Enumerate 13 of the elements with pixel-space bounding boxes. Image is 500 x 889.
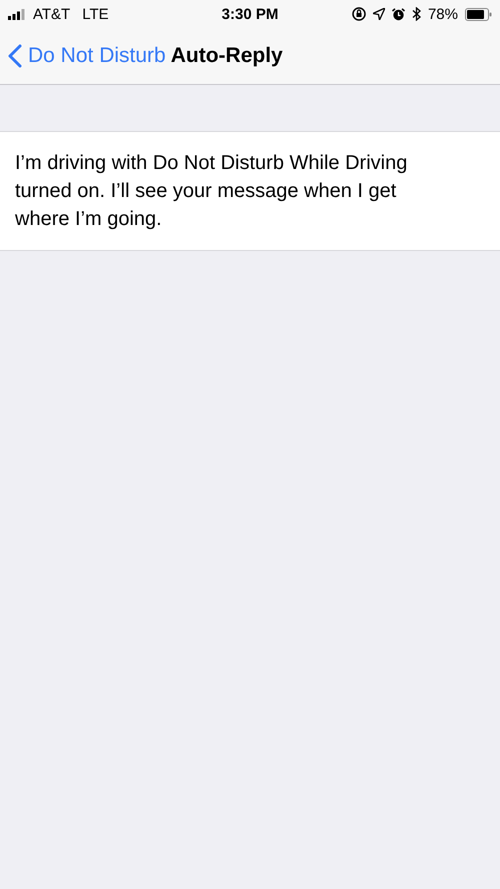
battery-icon (465, 8, 492, 20)
network-label: LTE (82, 6, 109, 22)
location-arrow-icon (372, 8, 385, 20)
rotation-lock-icon (352, 7, 366, 21)
battery-percentage: 78% (428, 6, 458, 22)
carrier-label: AT&T (33, 6, 70, 22)
alarm-clock-icon (392, 8, 405, 20)
clock-time: 3:30 PM (222, 6, 278, 22)
page-title: Auto-Reply (170, 44, 283, 68)
bluetooth-icon (412, 7, 421, 21)
back-chevron-icon (8, 44, 22, 68)
back-button[interactable]: Do Not Disturb (8, 44, 166, 68)
signal-icon (8, 8, 27, 20)
